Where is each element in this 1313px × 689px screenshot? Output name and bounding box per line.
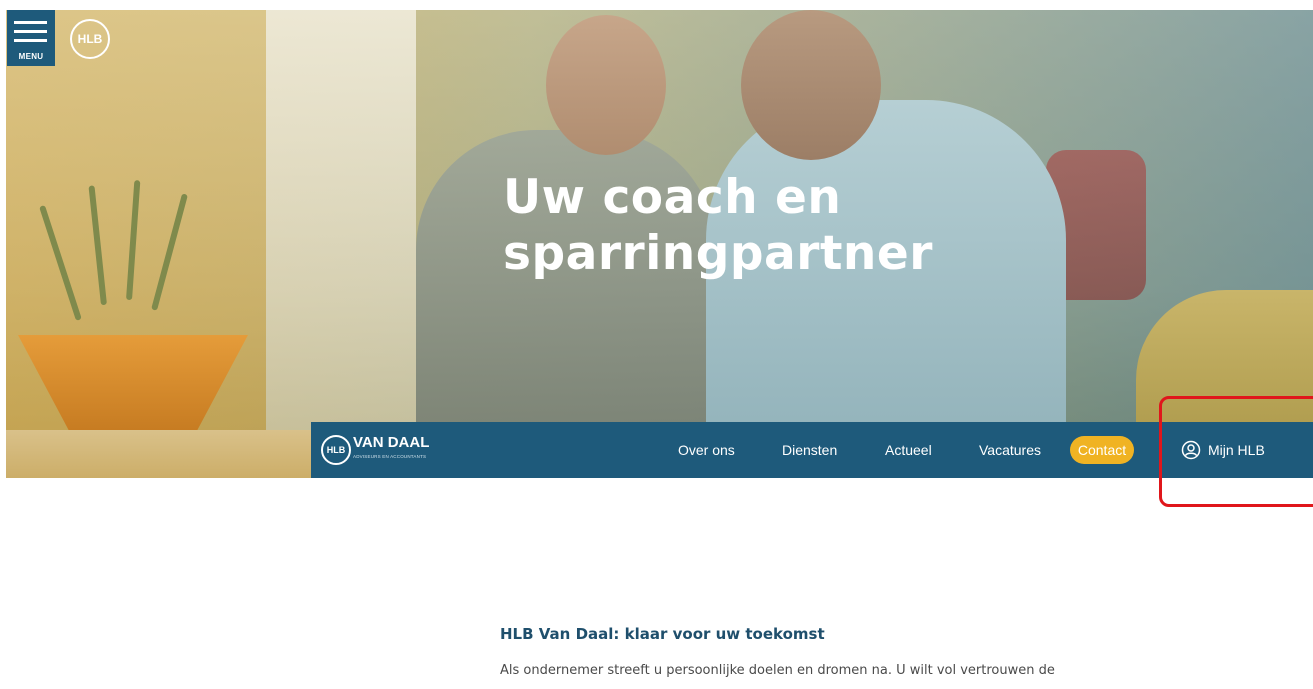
hlb-logo-mark: HLB bbox=[321, 435, 351, 465]
logo-brand: VAN DAAL ADVISEURS EN ACCOUNTANTS bbox=[353, 434, 430, 464]
logo-subtitle: ADVISEURS EN ACCOUNTANTS bbox=[353, 454, 427, 459]
nav-item-over-ons[interactable]: Over ons bbox=[678, 422, 735, 478]
background-window bbox=[266, 10, 416, 430]
nav-item-actueel[interactable]: Actueel bbox=[885, 422, 932, 478]
intro-paragraph: Als ondernemer streeft u persoonlijke do… bbox=[500, 663, 1055, 678]
contact-button[interactable]: Contact bbox=[1070, 436, 1134, 464]
hlb-logo-text: HLB bbox=[77, 32, 103, 46]
person-head-shape bbox=[741, 10, 881, 160]
highlight-annotation bbox=[1159, 396, 1313, 507]
hlb-logo-mark-text: HLB bbox=[326, 445, 346, 455]
menu-label: MENU bbox=[18, 52, 44, 61]
section-heading: HLB Van Daal: klaar voor uw toekomst bbox=[500, 625, 825, 643]
hero-banner: Uw coach en sparringpartner bbox=[6, 10, 1313, 478]
hamburger-icon bbox=[14, 39, 47, 42]
hero-title-line1: Uw coach en bbox=[503, 170, 842, 225]
person-head-shape bbox=[546, 15, 666, 155]
hero-title-line2: sparringpartner bbox=[503, 226, 933, 281]
hamburger-icon bbox=[14, 30, 47, 33]
hamburger-icon bbox=[14, 21, 47, 24]
van-daal-logo[interactable]: HLB VAN DAAL ADVISEURS EN ACCOUNTANTS bbox=[321, 434, 429, 466]
logo-brand-text: VAN DAAL bbox=[353, 434, 430, 451]
hlb-logo[interactable]: HLB bbox=[70, 19, 110, 59]
nav-item-vacatures[interactable]: Vacatures bbox=[979, 422, 1041, 478]
nav-item-diensten[interactable]: Diensten bbox=[782, 422, 837, 478]
menu-button[interactable]: MENU bbox=[7, 10, 55, 66]
hero-title: Uw coach en sparringpartner bbox=[503, 170, 932, 282]
